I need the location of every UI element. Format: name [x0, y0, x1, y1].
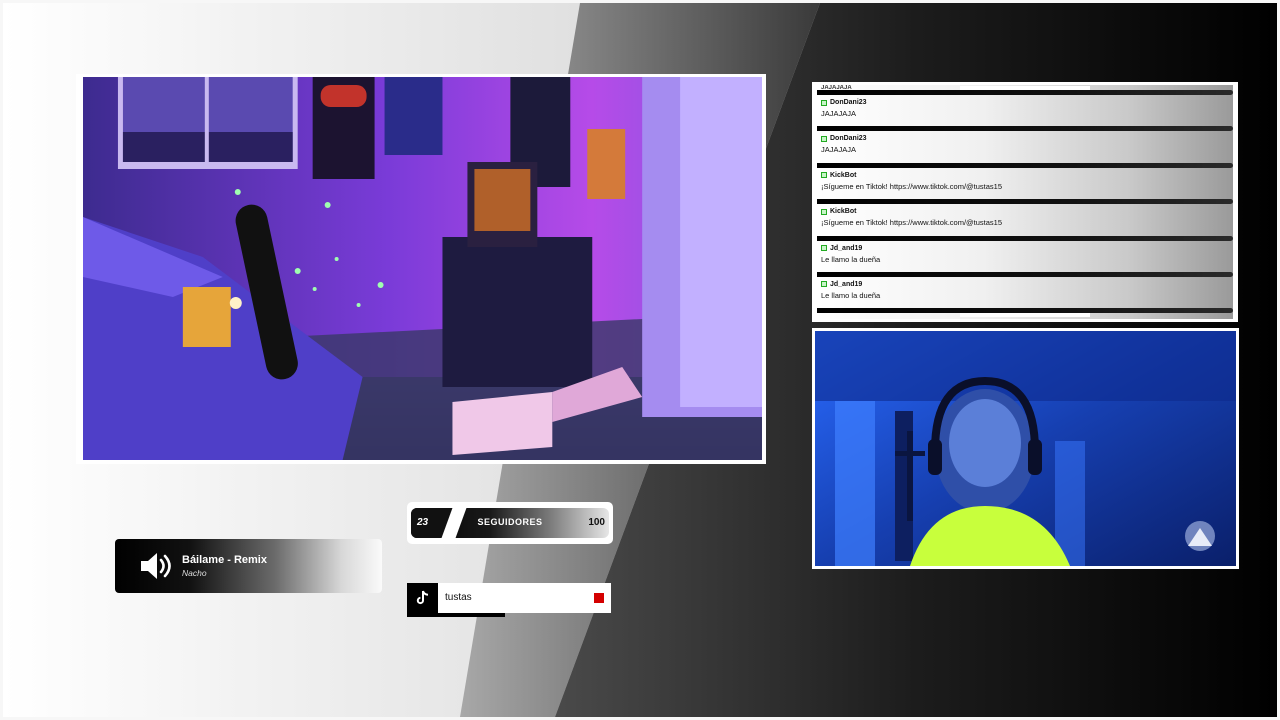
bedroom-scene-illustration — [83, 77, 762, 460]
tiktok-username-tag: tustas — [407, 583, 611, 613]
chat-message: DonDani23 JAJAJAJA — [817, 95, 1233, 132]
followers-goal-bar: 23 SEGUIDORES 100 — [407, 502, 613, 544]
chat-username: DonDani23 — [830, 135, 867, 143]
chat-message: KickBot ¡Sígueme en Tiktok! https://www.… — [817, 204, 1233, 241]
user-badge-icon — [821, 99, 827, 106]
live-indicator — [594, 593, 604, 603]
chat-list[interactable]: JAJAJAJA DonDani23 JAJAJAJA DonDani23 JA… — [817, 85, 1233, 319]
chat-text: JAJAJAJA — [821, 145, 857, 155]
goal-current-count: 23 — [417, 517, 429, 528]
chat-bottom-tab — [960, 313, 1090, 317]
user-badge-icon — [821, 245, 827, 252]
chat-panel[interactable]: JAJAJAJA DonDani23 JAJAJAJA DonDani23 JA… — [812, 82, 1238, 322]
song-artist: Nacho — [182, 568, 207, 578]
chat-message: Jd_and19 Le llamo la dueña — [817, 241, 1233, 278]
goal-label: SEGUIDORES — [477, 517, 543, 527]
user-badge-icon — [821, 172, 827, 179]
chat-message: DonDani23 JAJAJAJA — [817, 131, 1233, 169]
chat-username: KickBot — [830, 171, 857, 179]
goal-track: 23 SEGUIDORES 100 — [411, 508, 609, 538]
webcam-frame — [812, 328, 1239, 569]
chat-message: Jd_and19 Le llamo la dueña — [817, 277, 1233, 314]
bedroom-scene — [83, 77, 762, 460]
goal-target-count: 100 — [588, 517, 605, 528]
chat-username: DonDani23 — [830, 99, 867, 106]
chat-message: KickBot ¡Sígueme en Tiktok! https://www.… — [817, 168, 1233, 205]
chat-text: JAJAJAJA — [821, 109, 857, 118]
chat-text: Le llamo la dueña — [821, 290, 881, 300]
tiktok-underline — [407, 613, 505, 617]
webcam-illustration — [815, 331, 1236, 566]
chat-username: Jd_and19 — [830, 280, 863, 288]
chat-text: ¡Sígueme en Tiktok! https://www.tiktok.c… — [821, 218, 1003, 228]
user-badge-icon — [821, 281, 827, 288]
chat-top-tab — [960, 86, 1090, 90]
webcam-feed — [815, 331, 1236, 566]
now-playing-widget: Báilame - Remix Nacho — [115, 539, 382, 593]
tiktok-icon — [407, 583, 438, 613]
song-title: Báilame - Remix — [182, 554, 267, 566]
chat-username: Jd_and19 — [830, 244, 863, 252]
speaker-icon — [141, 553, 171, 579]
chat-text: Le llamo la dueña — [821, 254, 881, 264]
scene-frame — [76, 74, 766, 464]
chat-username: KickBot — [830, 208, 857, 216]
tiktok-username: tustas — [445, 592, 472, 603]
user-badge-icon — [821, 208, 827, 215]
chat-text: ¡Sígueme en Tiktok! https://www.tiktok.c… — [821, 181, 1003, 191]
chat-text: JAJAJAJA — [821, 85, 852, 91]
user-badge-icon — [821, 135, 827, 142]
